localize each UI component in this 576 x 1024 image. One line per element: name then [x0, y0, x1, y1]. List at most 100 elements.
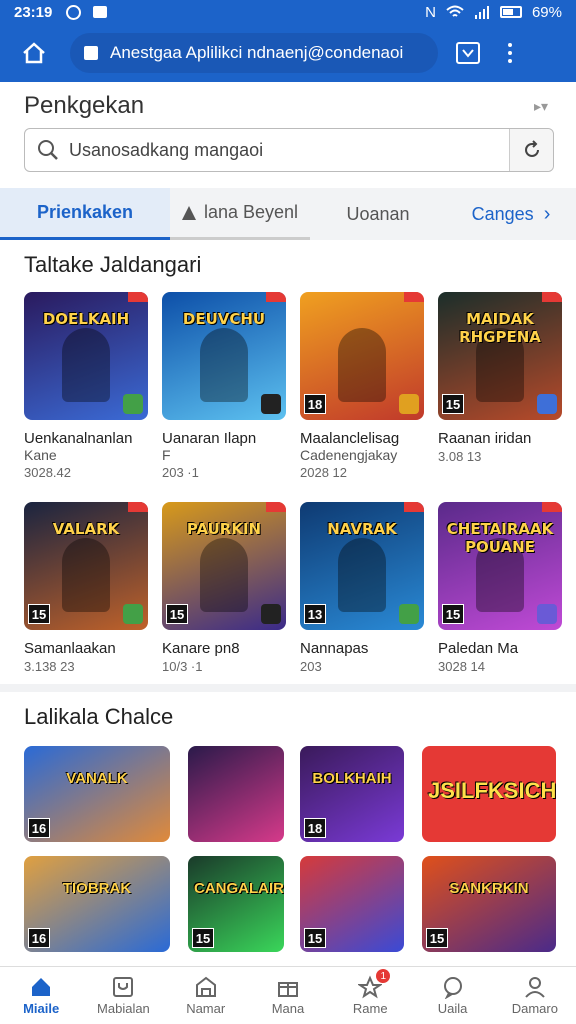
store-icon [194, 975, 218, 997]
message-icon [93, 6, 108, 18]
status-time: 23:19 [14, 3, 53, 21]
battery-icon [499, 6, 522, 18]
thumbnail-title: SANKRKIN [449, 880, 529, 897]
tab-4[interactable]: Canges › [446, 188, 576, 240]
app-name: Kanare pn8 [162, 640, 240, 657]
tab-2[interactable]: lana Beyenl [170, 188, 310, 240]
character-art [338, 538, 386, 612]
app-meta: 10/3 ·1 [162, 659, 203, 674]
bell-icon [181, 205, 196, 220]
flag-icon [404, 292, 424, 302]
game-card[interactable]: JSILFKSICH [422, 746, 556, 842]
home-icon [23, 42, 45, 64]
app-card[interactable]: NAVRAK 13 Nannapas 203 [300, 502, 424, 674]
app-card[interactable]: DEUVCHU Uanaran Ilapn F 203 ·1 [162, 292, 286, 480]
app-developer: Kane [24, 447, 57, 463]
app-thumbnail[interactable]: DOELKAIH [24, 292, 148, 420]
flag-icon [266, 502, 286, 512]
game-card[interactable]: BOLKHAIH 18 [300, 746, 404, 842]
flag-icon [542, 502, 562, 512]
divider [0, 684, 576, 692]
store-badge-icon [123, 394, 143, 414]
app-thumbnail[interactable]: MAIDAK RHGPENA 15 [438, 292, 562, 420]
library-icon [111, 975, 135, 997]
thumbnail-title: PAURKIN [186, 520, 262, 538]
tab-3[interactable]: Uoanan [310, 188, 446, 240]
app-thumbnail[interactable]: VALARK 15 [24, 502, 148, 630]
battery-level: 69% [531, 3, 562, 21]
nav-item[interactable]: Mana [247, 967, 329, 1024]
character-art [200, 538, 248, 612]
tabs-icon [462, 49, 474, 58]
store-badge-icon [261, 394, 281, 414]
app-thumbnail[interactable]: DEUVCHU [162, 292, 286, 420]
refresh-button[interactable] [509, 129, 553, 171]
section-title: Taltake Jaldangari [24, 252, 202, 277]
tab-label: Canges [471, 203, 534, 224]
search-section: Penkgekan ▸▾ Usanosadkang mangaoi [0, 82, 576, 188]
flag-icon [404, 502, 424, 512]
nav-item[interactable]: Uaila [411, 967, 493, 1024]
app-name: Nannapas [300, 640, 369, 657]
store-badge-icon [537, 604, 557, 624]
age-rating: 13 [304, 604, 326, 624]
chevron-right-icon[interactable]: › [544, 203, 551, 226]
home-button[interactable] [14, 33, 54, 73]
game-card[interactable]: 15 [300, 856, 404, 952]
notification-badge: 1 [376, 969, 391, 983]
app-card[interactable]: PAURKIN 15 Kanare pn8 10/3 ·1 [162, 502, 286, 674]
app-card[interactable]: CHETAIRAAK POUANE 15 Paledan Ma 3028 14 [438, 502, 562, 674]
character-art [338, 328, 386, 402]
app-thumbnail[interactable]: NAVRAK 13 [300, 502, 424, 630]
more-options-button[interactable] [508, 43, 512, 63]
nav-item[interactable]: Namar [165, 967, 247, 1024]
nav-label: Damaro [511, 1001, 558, 1016]
game-card[interactable]: SANKRKIN 15 [422, 856, 556, 952]
game-card[interactable]: CANGALAIR 15 [188, 856, 284, 952]
thumbnail-title: VANALK [66, 770, 128, 787]
flag-icon [542, 292, 562, 302]
home-icon [29, 975, 53, 997]
gift-icon [276, 975, 300, 997]
app-meta: 3.08 13 [438, 449, 482, 464]
tab-1[interactable]: Prienkaken [0, 188, 170, 240]
thumbnail-title: MAIDAK RHGPENA [459, 310, 541, 346]
character-art [62, 538, 110, 612]
chat-icon [441, 975, 465, 1000]
refresh-icon [524, 140, 539, 157]
search-input[interactable]: Usanosadkang mangaoi [24, 128, 554, 172]
app-card[interactable]: DOELKAIH Uenkanalnanlan Kane 3028.42 [24, 292, 148, 480]
app-thumbnail[interactable]: CHETAIRAAK POUANE 15 [438, 502, 562, 630]
address-bar[interactable]: Anestgaa Aplilikci ndnaenj@condenaoi [70, 33, 438, 73]
age-rating: 16 [28, 818, 50, 838]
thumbnail-title: DEUVCHU [182, 310, 266, 328]
flag-icon [128, 502, 148, 512]
game-card[interactable]: VANALK 16 [24, 746, 170, 842]
tabs-button[interactable] [456, 42, 480, 64]
app-card[interactable]: VALARK 15 Samanlaakan 3.138 23 [24, 502, 148, 674]
character-art [200, 328, 248, 402]
address-text: Anestgaa Aplilikci ndnaenj@condenaoi [110, 43, 404, 62]
thumbnail-title: DOELKAIH [42, 310, 130, 328]
app-card[interactable]: MAIDAK RHGPENA 15 Raanan iridan 3.08 13 [438, 292, 562, 464]
app-meta: 3028 14 [438, 659, 485, 674]
game-card[interactable]: TIOBRAK 16 [24, 856, 170, 952]
nav-item[interactable]: Damaro [494, 967, 576, 1024]
expand-icon[interactable]: ▸▾ [534, 98, 548, 115]
game-card[interactable] [188, 746, 284, 842]
category-tabs: Prienkaken lana Beyenl Uoanan Canges › [0, 188, 576, 240]
nav-item[interactable]: Miaile [0, 967, 82, 1024]
search-icon [38, 140, 58, 160]
app-card[interactable]: 18 Maalanclelisag Cadenengjakay 2028 12 [300, 292, 424, 480]
age-rating: 15 [426, 928, 448, 948]
thumbnail-title: CANGALAIR [194, 880, 284, 897]
thumbnail-title: TIOBRAK [62, 880, 132, 897]
store-badge-icon [261, 604, 281, 624]
app-thumbnail[interactable]: PAURKIN 15 [162, 502, 286, 630]
nav-item[interactable]: 1 Rame [329, 967, 411, 1024]
app-thumbnail[interactable]: 18 [300, 292, 424, 420]
age-rating: 15 [442, 604, 464, 624]
star-icon: 1 [356, 969, 391, 999]
tab-label: lana Beyenl [203, 202, 299, 222]
nav-item[interactable]: Mabialan [82, 967, 164, 1024]
